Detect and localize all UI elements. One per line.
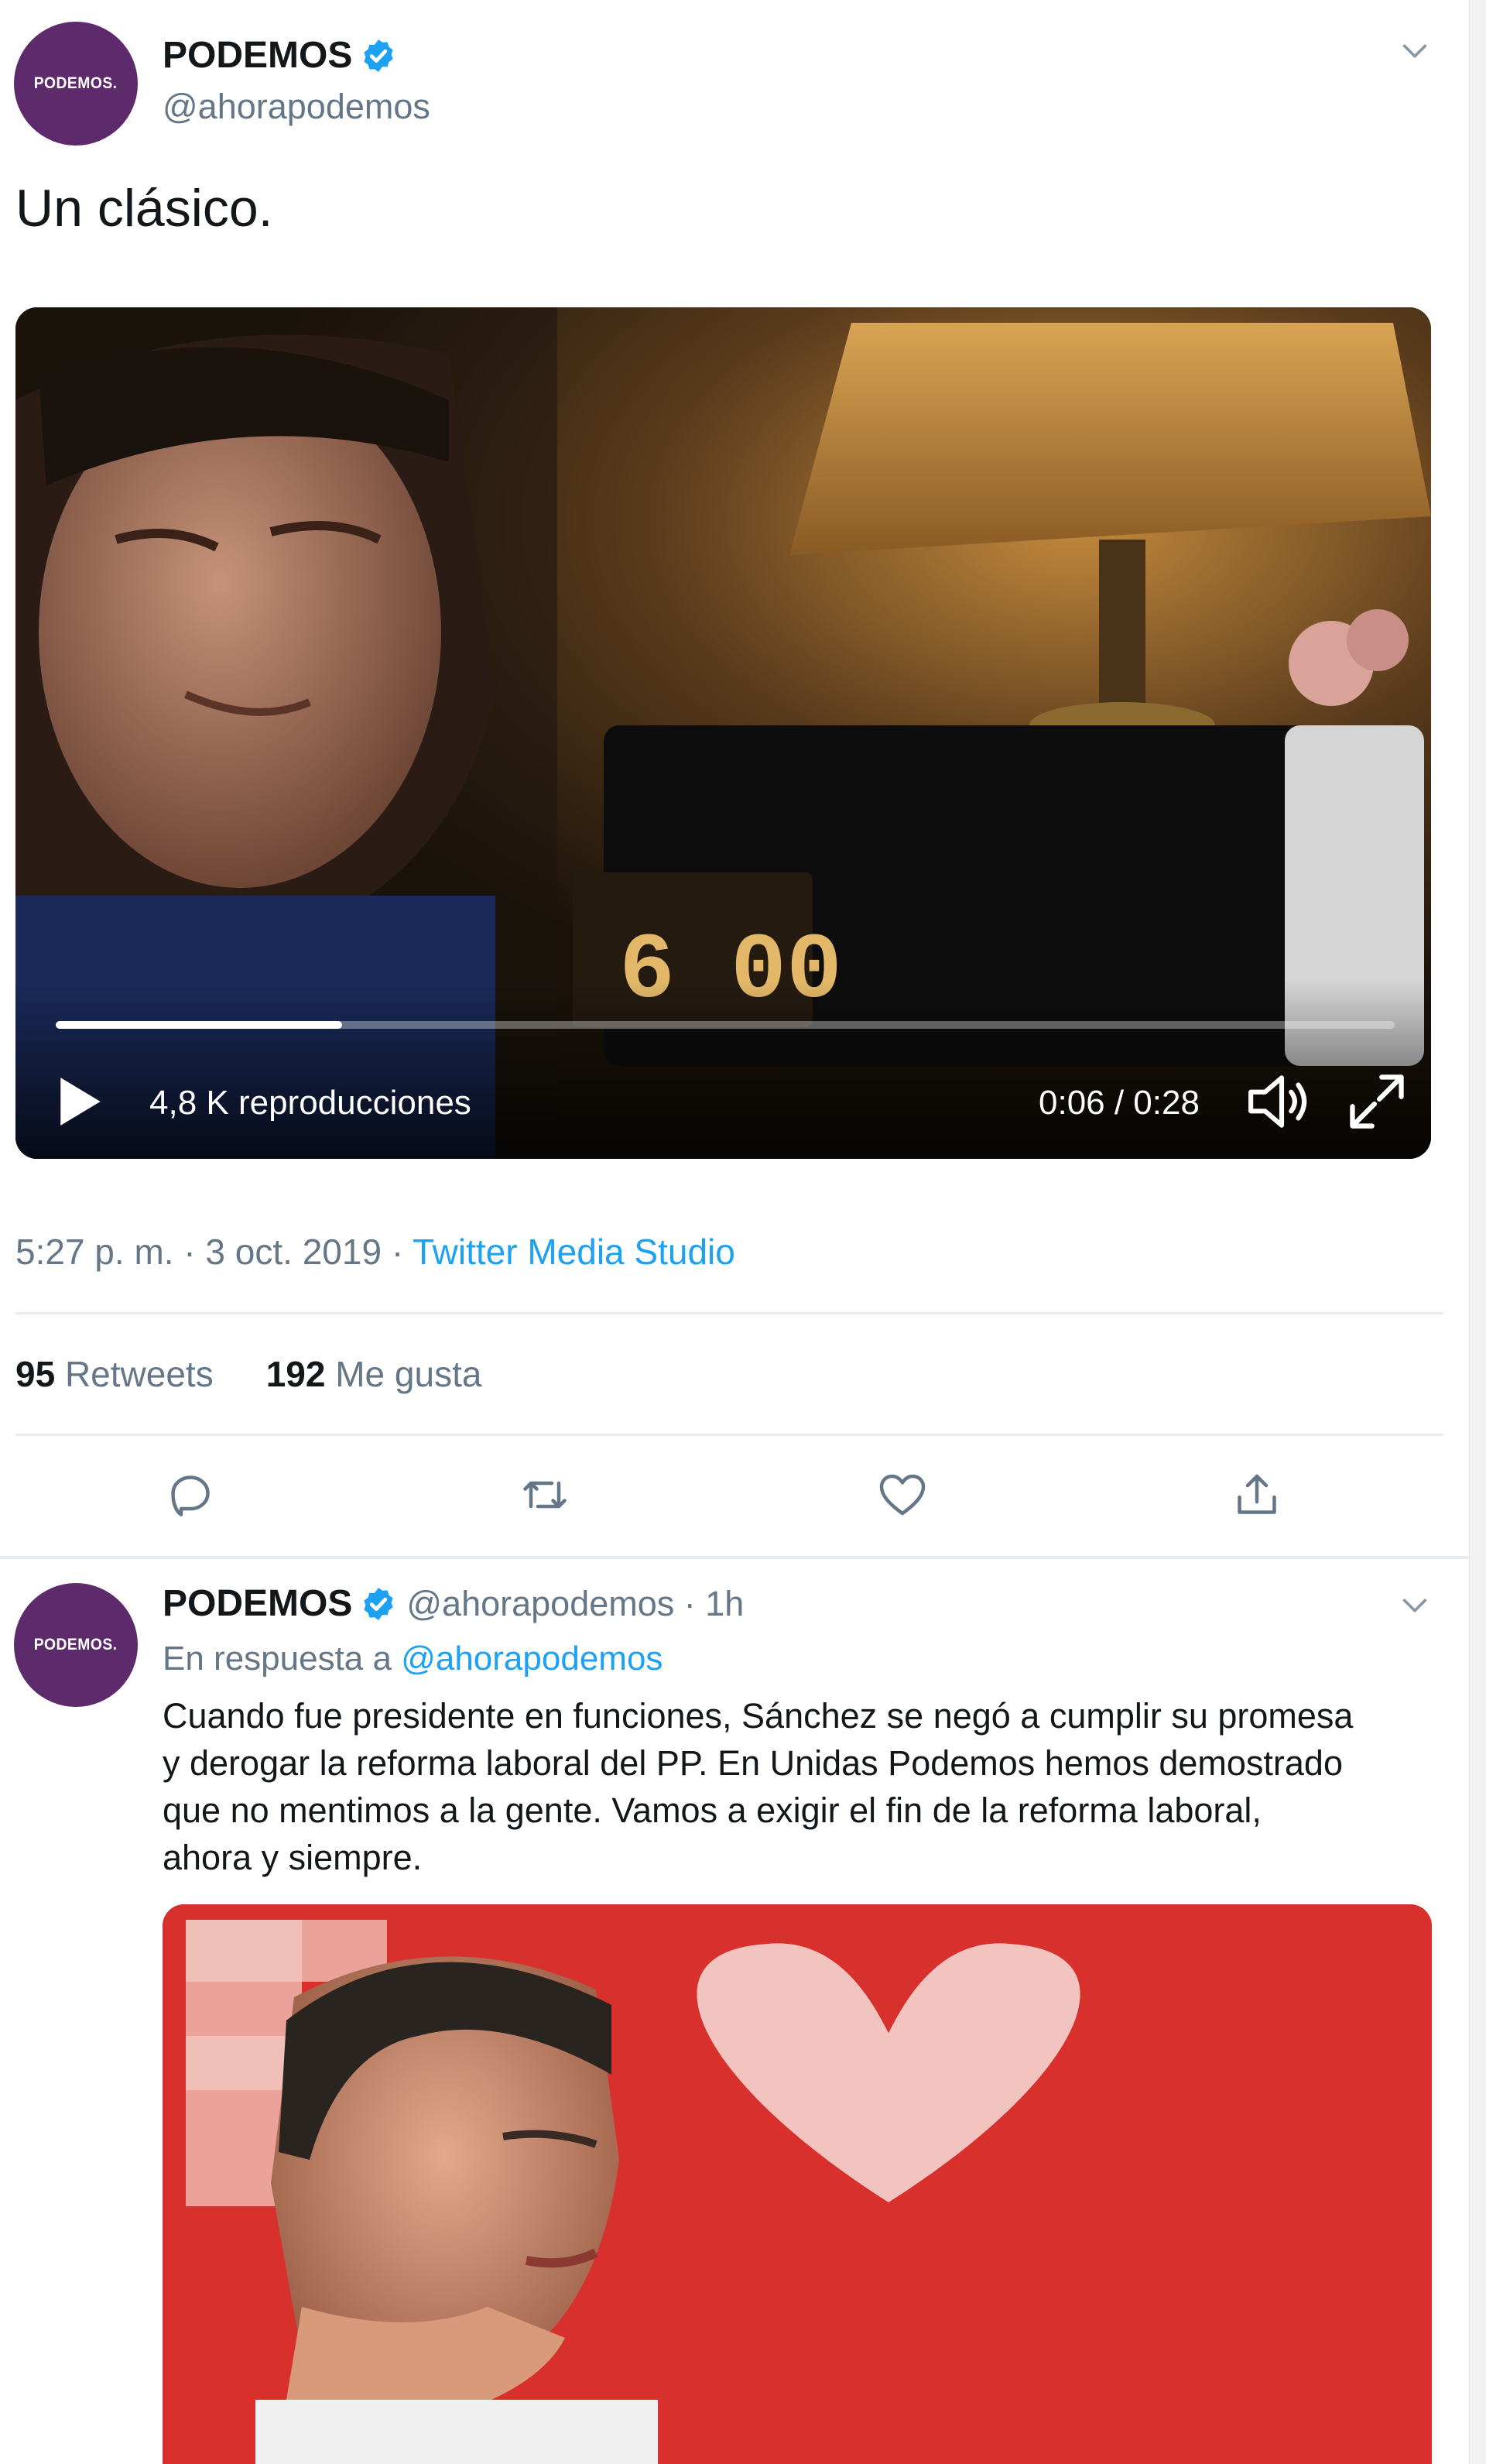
avatar[interactable]: PODEMOS.: [14, 22, 138, 146]
chevron-down-icon[interactable]: [1399, 1590, 1430, 1621]
reply-header: PODEMOS @ahorapodemos · 1h: [163, 1582, 744, 1625]
controls-shade: [15, 981, 1431, 1159]
tweet-timestamp: 5:27 p. m. · 3 oct. 2019 · Twitter Media…: [15, 1231, 735, 1273]
video-progress-fill: [56, 1021, 343, 1029]
avatar-text: PODEMOS.: [34, 74, 118, 92]
chevron-down-icon[interactable]: [1399, 36, 1430, 67]
retweets-stat[interactable]: 95 Retweets: [15, 1353, 214, 1395]
verified-badge-icon: [364, 39, 393, 72]
video-time: 0:06 / 0:28: [1039, 1084, 1200, 1122]
divider: [15, 1434, 1443, 1436]
reply-icon[interactable]: [163, 1467, 218, 1523]
tweet-stats: 95 Retweets 192 Me gusta: [15, 1353, 481, 1395]
fullscreen-icon[interactable]: [1345, 1070, 1409, 1133]
scrollbar[interactable]: [1469, 0, 1486, 2464]
display-name-text: PODEMOS: [163, 1583, 353, 1624]
user-handle[interactable]: @ahorapodemos: [163, 87, 430, 127]
photo-image: [163, 1904, 1432, 2464]
avatar-text: PODEMOS.: [34, 1636, 118, 1654]
share-icon[interactable]: [1229, 1467, 1285, 1523]
thread-divider: [0, 1556, 1469, 1559]
retweets-label: Retweets: [64, 1354, 214, 1394]
reply-text-line: Cuando fue presidente en funciones, Sánc…: [163, 1696, 1354, 1736]
likes-stat[interactable]: 192 Me gusta: [266, 1353, 482, 1395]
divider: [15, 1312, 1443, 1314]
in-reply-handle-link[interactable]: @ahorapodemos: [401, 1640, 663, 1678]
reply-text-line: y derogar la reforma laboral del PP. En …: [163, 1743, 1343, 1783]
video-player[interactable]: 6 00 4,8 K reproducciones 0:06 / 0:28: [15, 307, 1431, 1159]
play-icon[interactable]: [56, 1074, 105, 1129]
like-icon[interactable]: [875, 1467, 930, 1523]
volume-icon[interactable]: [1246, 1070, 1317, 1133]
in-reply-to: En respuesta a @ahorapodemos: [163, 1640, 663, 1678]
display-name-text: PODEMOS: [163, 35, 353, 76]
likes-label: Me gusta: [335, 1354, 482, 1394]
tweet-text: Un clásico.: [15, 179, 273, 238]
reply-text: Cuando fue presidente en funciones, Sánc…: [163, 1692, 1432, 1881]
in-reply-prefix: En respuesta a: [163, 1640, 402, 1678]
avatar[interactable]: PODEMOS.: [14, 1583, 138, 1707]
view-count: 4,8 K reproducciones: [149, 1084, 471, 1122]
display-name[interactable]: PODEMOS: [163, 1582, 397, 1625]
user-handle-time[interactable]: @ahorapodemos · 1h: [406, 1584, 744, 1624]
retweet-icon[interactable]: [517, 1467, 573, 1523]
timestamp-text: 5:27 p. m. · 3 oct. 2019 ·: [15, 1232, 413, 1272]
retweets-count: 95: [15, 1354, 56, 1394]
display-name[interactable]: PODEMOS: [163, 34, 397, 77]
likes-count: 192: [265, 1354, 326, 1394]
reply-text-line: que no mentimos a la gente. Vamos a exig…: [163, 1791, 1262, 1830]
reply-text-line: ahora y siempre.: [163, 1838, 423, 1877]
verified-badge-icon: [364, 1587, 393, 1620]
video-progress-bar[interactable]: [56, 1021, 1395, 1029]
source-link[interactable]: Twitter Media Studio: [413, 1232, 735, 1272]
tweet-photo[interactable]: [163, 1904, 1432, 2464]
